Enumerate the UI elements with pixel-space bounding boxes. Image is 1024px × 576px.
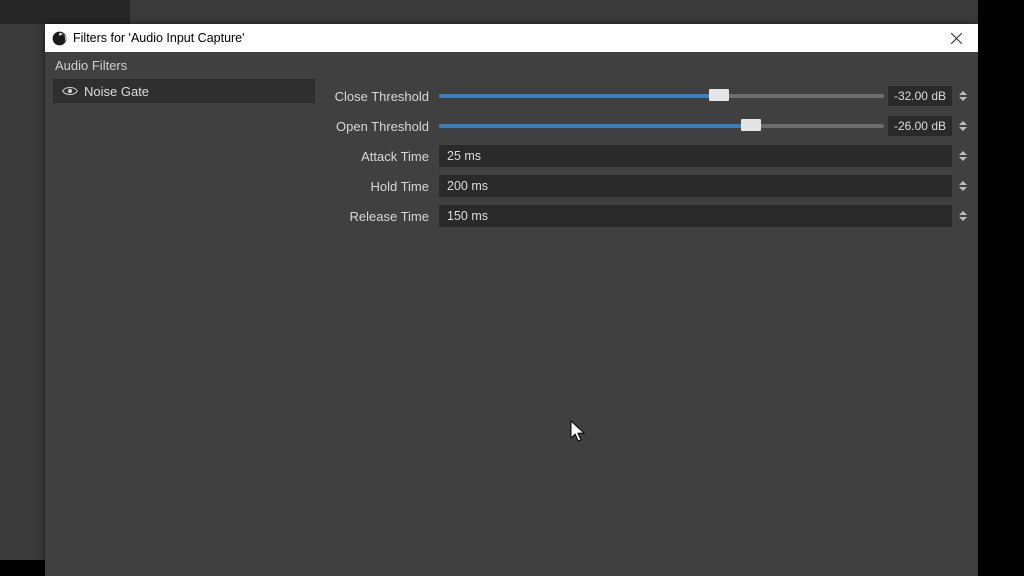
hold-time-input[interactable]: 200 ms [439,175,952,197]
dialog-body: Audio Filters Noise Gate [45,52,978,576]
param-row-release-time: Release Time 150 ms [323,201,970,231]
slider-thumb[interactable] [709,89,729,101]
release-time-stepper[interactable] [956,205,970,227]
release-time-input[interactable]: 150 ms [439,205,952,227]
background-dark-strip [0,0,130,24]
param-label: Close Threshold [323,89,439,104]
columns: Noise Gate Close Threshold -32.00 dB [45,79,978,576]
open-threshold-value[interactable]: -26.00 dB [888,116,952,136]
close-button[interactable] [934,24,978,52]
obs-app-icon [51,30,67,46]
chevron-up-icon [959,211,967,215]
chevron-down-icon [959,97,967,101]
chevron-down-icon [959,127,967,131]
eye-icon[interactable] [62,85,78,97]
close-threshold-stepper[interactable] [956,85,970,107]
section-header: Audio Filters [45,52,978,79]
param-row-close-threshold: Close Threshold -32.00 dB [323,81,970,111]
filters-list: Noise Gate [45,79,323,576]
slider-fill [439,94,719,98]
close-icon [951,33,962,44]
chevron-down-icon [959,187,967,191]
param-label: Hold Time [323,179,439,194]
open-threshold-slider[interactable] [439,124,884,128]
chevron-up-icon [959,151,967,155]
filters-dialog: Filters for 'Audio Input Capture' Audio … [45,24,978,576]
chevron-up-icon [959,91,967,95]
slider-thumb[interactable] [741,119,761,131]
chevron-up-icon [959,181,967,185]
filter-item-noise-gate[interactable]: Noise Gate [53,79,315,103]
chevron-down-icon [959,157,967,161]
param-row-hold-time: Hold Time 200 ms [323,171,970,201]
close-threshold-slider[interactable] [439,94,884,98]
param-label: Open Threshold [323,119,439,134]
window-title: Filters for 'Audio Input Capture' [73,31,245,45]
open-threshold-stepper[interactable] [956,115,970,137]
chevron-up-icon [959,121,967,125]
param-row-open-threshold: Open Threshold -26.00 dB [323,111,970,141]
param-row-attack-time: Attack Time 25 ms [323,141,970,171]
param-label: Release Time [323,209,439,224]
filter-properties: Close Threshold -32.00 dB [323,79,978,576]
chevron-down-icon [959,217,967,221]
close-threshold-value[interactable]: -32.00 dB [888,86,952,106]
attack-time-input[interactable]: 25 ms [439,145,952,167]
hold-time-stepper[interactable] [956,175,970,197]
slider-fill [439,124,751,128]
filter-item-label: Noise Gate [84,84,149,99]
param-label: Attack Time [323,149,439,164]
attack-time-stepper[interactable] [956,145,970,167]
titlebar: Filters for 'Audio Input Capture' [45,24,978,52]
